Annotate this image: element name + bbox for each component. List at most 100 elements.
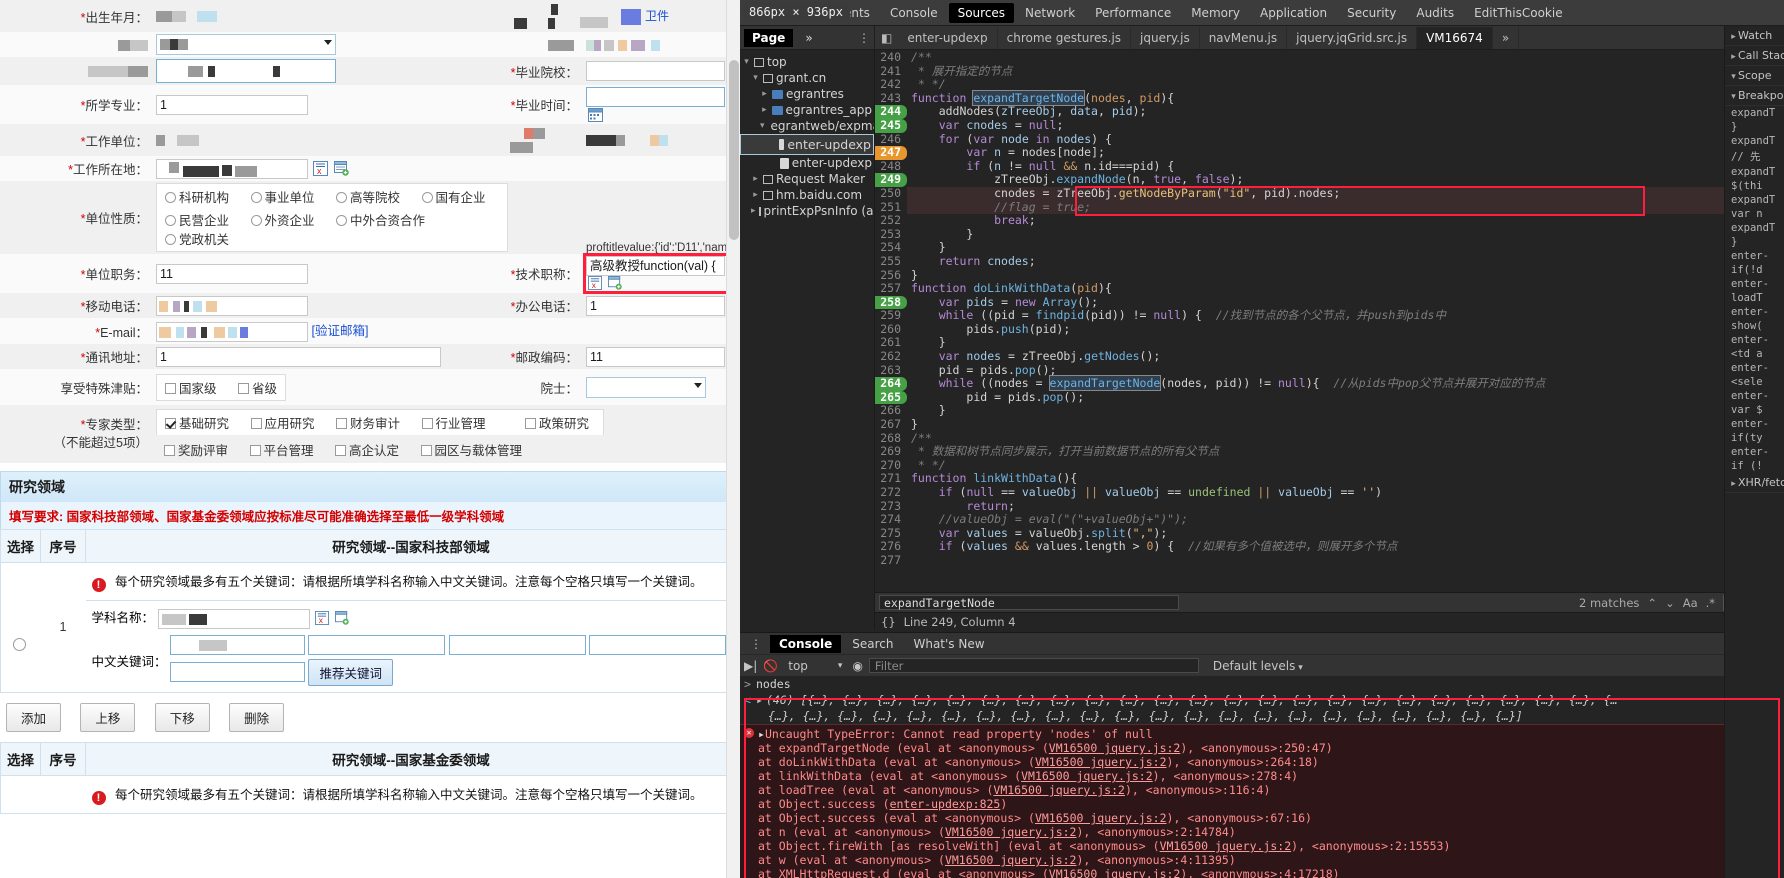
error-stack-link[interactable]: VM16500 jquery.js:2 <box>1160 839 1292 853</box>
line-number[interactable]: 249 <box>875 173 907 187</box>
line-number[interactable]: 271 <box>875 472 907 486</box>
breakpoint-item[interactable]: if (! <box>1725 459 1784 473</box>
unittype-opt-5[interactable]: 外资企业 <box>251 210 315 229</box>
redacted-text-input[interactable] <box>156 59 336 83</box>
breakpoint-item[interactable]: var $ <box>1725 403 1784 417</box>
nav-tree-item[interactable]: ▾egrantweb/expmana <box>740 118 874 134</box>
suggest-keyword-button[interactable]: 推荐关键词 <box>308 659 393 686</box>
radio-icon[interactable] <box>422 192 433 203</box>
code-text[interactable]: for (var node in nodes) { <box>907 133 1112 147</box>
add-row-icon[interactable] <box>335 611 350 626</box>
tree-twisty-icon[interactable]: ▸ <box>760 105 769 115</box>
verify-email-link[interactable]: [验证邮箱] <box>311 324 368 338</box>
unitpost-input[interactable]: 11 <box>156 264 308 284</box>
line-number[interactable]: 244 <box>875 105 907 119</box>
line-number[interactable]: 267 <box>875 418 907 432</box>
experttype-opt-5[interactable]: 奖励评审 <box>164 440 228 459</box>
drawer-menu-icon[interactable]: ⋮ <box>744 637 768 651</box>
school-input-cell[interactable] <box>582 57 737 85</box>
line-number[interactable]: 261 <box>875 336 907 350</box>
code-text[interactable]: * 展开指定的节点 <box>907 65 1012 79</box>
line-number[interactable]: 245 <box>875 119 907 133</box>
twisty-icon[interactable]: ▾ <box>1729 72 1738 82</box>
experttype-opt-6[interactable]: 平台管理 <box>250 440 314 459</box>
breakpoint-item[interactable]: // 先 <box>1725 148 1784 165</box>
line-number[interactable]: 272 <box>875 486 907 500</box>
nav-tree-item[interactable]: ▾grant.cn <box>740 70 874 86</box>
line-number[interactable]: 269 <box>875 445 907 459</box>
breakpoint-item[interactable]: expandT <box>1725 193 1784 207</box>
code-text[interactable]: } <box>907 228 973 242</box>
code-text[interactable]: var n = nodes[node]; <box>907 146 1105 160</box>
nav-tab-more[interactable]: » <box>797 29 820 47</box>
line-number[interactable]: 253 <box>875 228 907 242</box>
keyword-input-4[interactable] <box>589 635 726 655</box>
breakpoint-item[interactable]: <sele <box>1725 375 1784 389</box>
delete-button[interactable]: 删除 <box>229 703 284 732</box>
code-text[interactable]: function doLinkWithData(pid){ <box>907 282 1112 296</box>
redacted-dropdown[interactable] <box>156 34 336 55</box>
error-stack-link[interactable]: VM16500 jquery.js:2 <box>1035 755 1167 769</box>
postcode-input-cell[interactable]: 11 <box>582 344 737 369</box>
checkbox-icon[interactable] <box>165 418 176 429</box>
nav-tree-item[interactable]: enter-updexp <box>740 155 874 171</box>
checkbox-icon[interactable] <box>422 418 433 429</box>
tab-sources[interactable]: Sources <box>949 3 1014 23</box>
officephone-input-cell[interactable]: 1 <box>582 293 737 318</box>
move-up-button[interactable]: 上移 <box>80 703 135 732</box>
keyword-input-1[interactable] <box>170 635 305 655</box>
line-number[interactable]: 264 <box>875 377 907 391</box>
tab-audits[interactable]: Audits <box>1407 3 1463 23</box>
line-number[interactable]: 242 <box>875 78 907 92</box>
nav-tree-item[interactable]: ▸printExpPsnInfo (abou <box>740 203 874 219</box>
code-text[interactable]: if (n != null && n.id===pid) { <box>907 160 1174 174</box>
mobile-input-cell[interactable] <box>152 293 492 318</box>
tab-security[interactable]: Security <box>1338 3 1405 23</box>
error-stack-link[interactable]: VM16500 jquery.js:2 <box>1049 867 1181 878</box>
page-scrollbar-thumb[interactable] <box>729 60 739 240</box>
unittype-opt-3[interactable]: 国有企业 <box>422 187 486 206</box>
school-input[interactable] <box>586 61 725 81</box>
twisty-icon[interactable]: ▾ <box>1729 92 1738 102</box>
code-text[interactable]: while ((pid = findpid(pid)) != null) { /… <box>907 309 1446 323</box>
code-text[interactable]: /** <box>907 432 932 446</box>
breakpoint-item[interactable]: expandT <box>1725 221 1784 235</box>
console-execute-icon[interactable]: ▶| <box>744 659 757 673</box>
error-stack-link[interactable]: VM16500 jquery.js:2 <box>993 783 1125 797</box>
breakpoint-item[interactable]: expandT <box>1725 106 1784 120</box>
line-number[interactable]: 241 <box>875 65 907 79</box>
breakpoint-item[interactable]: enter- <box>1725 277 1784 291</box>
add-row-icon[interactable] <box>334 161 349 176</box>
line-number[interactable]: 259 <box>875 309 907 323</box>
breakpoint-item[interactable]: } <box>1725 120 1784 134</box>
tab-memory[interactable]: Memory <box>1182 3 1249 23</box>
code-text[interactable]: } <box>907 418 918 432</box>
tree-twisty-icon[interactable]: ▾ <box>751 73 760 83</box>
console-levels-selector[interactable]: Default levels ▾ <box>1213 659 1303 673</box>
drawer-tab-search[interactable]: Search <box>843 635 902 653</box>
checkbox-icon[interactable] <box>251 418 262 429</box>
twisty-icon[interactable]: ▸ <box>1729 479 1738 489</box>
worklocation-input[interactable] <box>156 159 308 179</box>
code-text[interactable]: //valueObj = eval("("+valueObj+")"); <box>907 513 1188 527</box>
line-number[interactable]: 255 <box>875 255 907 269</box>
expand-error-icon[interactable]: ▸ <box>758 727 765 741</box>
breakpoint-item[interactable]: enter- <box>1725 249 1784 263</box>
code-text[interactable]: } <box>907 336 946 350</box>
redacted-input-cell[interactable] <box>152 57 492 85</box>
code-text[interactable]: return; <box>907 500 1015 514</box>
nav-tab-page[interactable]: Page <box>744 29 793 47</box>
page-scrollbar[interactable] <box>726 0 740 878</box>
code-text[interactable]: var values = valueObj.split(","); <box>907 527 1167 541</box>
breakpoint-item[interactable]: show( <box>1725 319 1784 333</box>
tree-twisty-icon[interactable]: ▾ <box>742 57 751 67</box>
breakpoint-item[interactable]: } <box>1725 235 1784 249</box>
experttype-opt-2[interactable]: 财务审计 <box>336 413 400 432</box>
add-button[interactable]: 添加 <box>6 703 61 732</box>
radio-icon[interactable] <box>165 192 176 203</box>
code-text[interactable]: return cnodes; <box>907 255 1036 269</box>
clear-field-icon[interactable]: x <box>313 161 328 176</box>
line-number[interactable]: 275 <box>875 527 907 541</box>
address-input-cell[interactable]: 1 <box>152 344 492 369</box>
worklocation-value[interactable]: x <box>152 156 737 181</box>
